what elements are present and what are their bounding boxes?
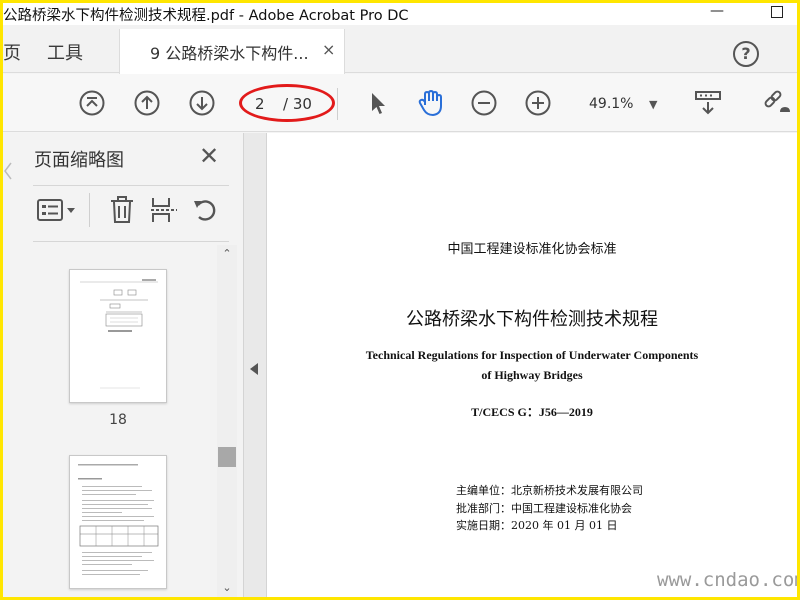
- extract-page-icon[interactable]: [149, 195, 179, 225]
- zoom-out-icon[interactable]: [471, 90, 497, 116]
- share-link-icon[interactable]: [761, 88, 793, 118]
- select-arrow-icon[interactable]: [365, 90, 391, 116]
- scroll-up-icon[interactable]: ⌃: [217, 247, 237, 265]
- doc-title-english: of Highway Bridges: [481, 368, 583, 382]
- next-page-icon[interactable]: [189, 90, 215, 116]
- doc-title-chinese: 公路桥梁水下构件检测技术规程: [406, 309, 658, 330]
- doc-standard-code: T/CECS G：J56—2019: [471, 405, 593, 419]
- toolbar: 2 / 30 49.1% ▼: [3, 74, 797, 132]
- thumbnail-options-icon[interactable]: [36, 195, 78, 225]
- panel-divider: [33, 185, 229, 186]
- scroll-down-icon[interactable]: ⌄: [217, 581, 237, 597]
- toolbar-divider: [337, 88, 338, 120]
- page-thumbnails-panel: 页面缩略图 ✕ 18 ⌃ ⌄: [3, 133, 243, 597]
- hand-tool-icon[interactable]: [416, 88, 446, 118]
- acrobat-window: 公路桥梁水下构件检测技术规程.pdf - Adobe Acrobat Pro D…: [3, 3, 797, 597]
- panel-close-button[interactable]: ✕: [199, 142, 219, 170]
- delete-page-icon[interactable]: [107, 195, 137, 225]
- tab-bar: 页 工具 9 公路桥梁水下构件... × ?: [3, 25, 797, 74]
- thumbnail-page-number: 18: [109, 412, 127, 428]
- tab-close-button[interactable]: ×: [322, 40, 335, 59]
- red-highlight-annotation: [239, 84, 335, 122]
- watermark: www.cndao.com: [657, 569, 797, 591]
- zoom-level[interactable]: 49.1%: [589, 96, 633, 112]
- doc-title-english: Technical Regulations for Inspection of …: [365, 348, 699, 362]
- tab-document-label: 9 公路桥梁水下构件...: [150, 44, 309, 63]
- scroll-mode-icon[interactable]: [693, 88, 723, 118]
- zoom-dropdown-icon[interactable]: ▼: [649, 98, 657, 111]
- scrollbar-thumb[interactable]: [218, 447, 236, 467]
- panel-toolbar-divider: [89, 193, 90, 227]
- thumbnail-preview: [78, 464, 159, 575]
- page-thumbnail[interactable]: [69, 269, 167, 403]
- doc-meta-line: 实施日期：2020 年 01 月 01 日: [456, 519, 618, 532]
- minimize-button[interactable]: —: [709, 3, 725, 21]
- page-thumbnail[interactable]: [69, 455, 167, 589]
- title-bar: 公路桥梁水下构件检测技术规程.pdf - Adobe Acrobat Pro D…: [3, 3, 797, 25]
- doc-meta-line: 主编单位：北京新桥技术发展有限公司: [456, 484, 643, 497]
- doc-meta-line: 批准部门：中国工程建设标准化协会: [456, 502, 632, 515]
- panel-divider: [33, 241, 229, 242]
- document-page[interactable]: 中国工程建设标准化协会标准 公路桥梁水下构件检测技术规程 Technical R…: [267, 133, 797, 597]
- tab-home[interactable]: 页: [3, 39, 21, 65]
- help-icon[interactable]: ?: [733, 41, 759, 67]
- doc-organization: 中国工程建设标准化协会标准: [447, 242, 617, 257]
- panel-collapse-strip[interactable]: [243, 133, 267, 597]
- tab-tools[interactable]: 工具: [47, 39, 83, 65]
- go-first-page-icon[interactable]: [79, 90, 105, 116]
- maximize-button[interactable]: [771, 6, 783, 18]
- thumbnail-preview: [80, 279, 158, 389]
- collapse-panel-icon[interactable]: [250, 363, 258, 375]
- window-title: 公路桥梁水下构件检测技术规程.pdf - Adobe Acrobat Pro D…: [3, 8, 409, 24]
- previous-page-icon[interactable]: [134, 90, 160, 116]
- panel-title: 页面缩略图: [34, 150, 124, 171]
- tab-document[interactable]: 9 公路桥梁水下构件... ×: [119, 29, 345, 74]
- zoom-in-icon[interactable]: [525, 90, 551, 116]
- thumbnails-scrollbar[interactable]: ⌃ ⌄: [217, 245, 237, 597]
- panel-pointer-icon: [4, 162, 12, 180]
- rotate-page-icon[interactable]: [191, 195, 221, 225]
